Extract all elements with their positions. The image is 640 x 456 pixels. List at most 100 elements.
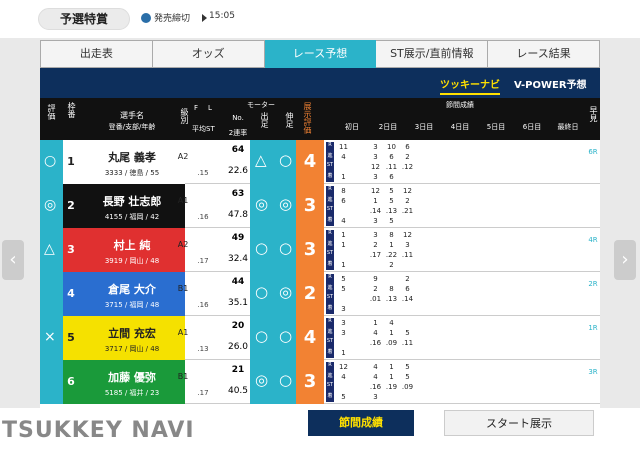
lane-label: 着 [326,216,334,226]
tab-odds[interactable]: オッズ [152,40,265,68]
racer-name: 丸尾 義孝 [108,151,156,164]
racer-name: 倉尾 大介 [108,283,156,296]
racer-name-cell[interactable]: 加藤 優弥 5185 / 福井 / 23 [79,360,185,404]
session-cell: 3 [373,231,378,239]
subtab-bar: ツッキーナビ V-POWER予想 [40,68,600,98]
mark-cell: × [40,316,63,360]
session-cell: .11 [385,163,398,171]
session-cell: 4 [373,373,378,381]
session-cell [400,348,415,358]
session-cell [400,260,415,270]
racer-row[interactable]: 6 加藤 優弥 5185 / 福井 / 23 B1.17 21 40.5 ◎ ○ 3 R 進 ST 着 1… [40,360,600,404]
session-cell: 8 [389,285,394,293]
tab-result[interactable]: レース結果 [488,40,600,68]
session-cell: 6 [341,197,346,205]
start-symbol: ○ [255,239,269,257]
subtab-tsukkey[interactable]: ツッキーナビ [440,76,500,95]
session-cell [352,392,367,402]
detail-link[interactable]: 6R [586,148,600,156]
session-results-button[interactable]: 節間成績 [308,410,414,436]
condition-cell: ○ ○ [250,316,296,360]
motor-rate: 22.6 [227,166,249,176]
racer-name-cell[interactable]: 長野 壮志郎 4155 / 福岡 / 42 [79,184,185,228]
session-cell [352,240,367,250]
lane-label: R [326,274,334,284]
session-cell: 6 [405,285,410,293]
lane-label: ST [326,250,334,260]
racer-name: 長野 壮志郎 [102,195,162,208]
detail-link[interactable]: 3R [586,368,600,376]
racer-row[interactable]: ○ 1 丸尾 義孝 3333 / 徳島 / 55 A2.15 64 22.6 △ ○ 4 R 進 ST 着… [40,140,600,184]
racer-row[interactable]: ◎ 2 長野 壮志郎 4155 / 福岡 / 42 A1.16 63 47.8 ◎ ◎ 3 R 進 ST… [40,184,600,228]
nobi-symbol: ◎ [279,195,293,213]
racer-row[interactable]: × 5 立間 充宏 3717 / 岡山 / 48 A1.13 20 26.0 ○ ○ 4 R 進 ST 着… [40,316,600,360]
racer-class: A2 [177,152,189,161]
next-arrow-icon[interactable]: › [614,240,636,280]
detail-link[interactable]: 1R [586,324,600,332]
motor-cell: 44 35.1 [226,272,250,316]
racer-row[interactable]: 4 倉尾 大介 3715 / 福岡 / 48 B1.16 44 35.1 ○ ◎ 2 R 進 ST 着 5… [40,272,600,316]
header-f: F [194,104,199,112]
racer-class: A1 [177,328,189,337]
waku-number: 5 [63,316,79,360]
racer-class: B1 [177,372,189,381]
racer-avg-st: .17 [197,257,209,265]
prediction-score: 3 [296,360,324,404]
session-cell: .22 [385,251,398,259]
racer-name-cell[interactable]: 丸尾 義孝 3333 / 徳島 / 55 [79,140,185,184]
session-cell: 10 [387,143,396,151]
racer-row[interactable]: △ 3 村上 純 3919 / 岡山 / 48 A2.17 49 32.4 ○ ○ 3 R 進 ST 着 1… [40,228,600,272]
session-cell: 1 [373,197,378,205]
header-day7: 最終日 [557,123,579,131]
session-cell: 4 [389,319,394,327]
session-cell: 1 [389,363,394,371]
session-cell: 1 [341,261,346,269]
session-cell [352,142,367,152]
detail-link[interactable]: 4R [586,236,600,244]
session-cell: 5 [341,393,346,401]
header-class: 級別 [180,108,189,124]
start-display-button[interactable]: スタート展示 [444,410,594,436]
session-cell [352,230,367,240]
session-cell [368,304,383,314]
session-cell [336,206,351,216]
header-avgst: 平均ST [192,125,215,133]
session-cell [352,284,367,294]
lane-label: ST [326,162,334,172]
racer-info: 3333 / 徳島 / 55 [104,169,160,177]
header-motor-rate: 2連率 [228,129,248,137]
lane-label: 進 [326,196,334,206]
prev-arrow-icon[interactable]: ‹ [2,240,24,280]
session-cell: 11 [339,143,348,151]
header-day5: 5日目 [486,123,506,131]
session-cell [336,250,351,260]
motor-cell: 49 32.4 [226,228,250,272]
motor-rate: 26.0 [227,342,249,352]
lane-label: R [326,318,334,328]
tab-prediction[interactable]: レース予想 [264,40,377,68]
waku-number: 1 [63,140,79,184]
session-cell: 3 [405,241,410,249]
session-cell [400,216,415,226]
racer-name-cell[interactable]: 立間 充宏 3717 / 岡山 / 48 [79,316,185,360]
header-day4: 4日目 [450,123,470,131]
start-symbol: △ [255,151,267,169]
racer-name-cell[interactable]: 村上 純 3919 / 岡山 / 48 [79,228,185,272]
tab-st[interactable]: ST展示/直前情報 [376,40,489,68]
racer-name: 立間 充宏 [108,327,156,340]
motor-rate: 40.5 [227,386,249,396]
subtab-vpower[interactable]: V-POWER予想 [514,76,587,91]
nobi-symbol: ○ [279,239,293,257]
session-cell: .21 [401,207,414,215]
session-cell [352,318,367,328]
racer-name-cell[interactable]: 倉尾 大介 3715 / 福岡 / 48 [79,272,185,316]
waku-number: 3 [63,228,79,272]
session-cell [352,338,367,348]
racer-info: 4155 / 福岡 / 42 [104,213,160,221]
header-pred: 展示評価 [303,102,312,134]
tab-entry[interactable]: 出走表 [40,40,153,68]
session-cell: 9 [373,275,378,283]
detail-link[interactable]: 2R [586,280,600,288]
waku-number: 6 [63,360,79,404]
header-day3: 3日目 [414,123,434,131]
